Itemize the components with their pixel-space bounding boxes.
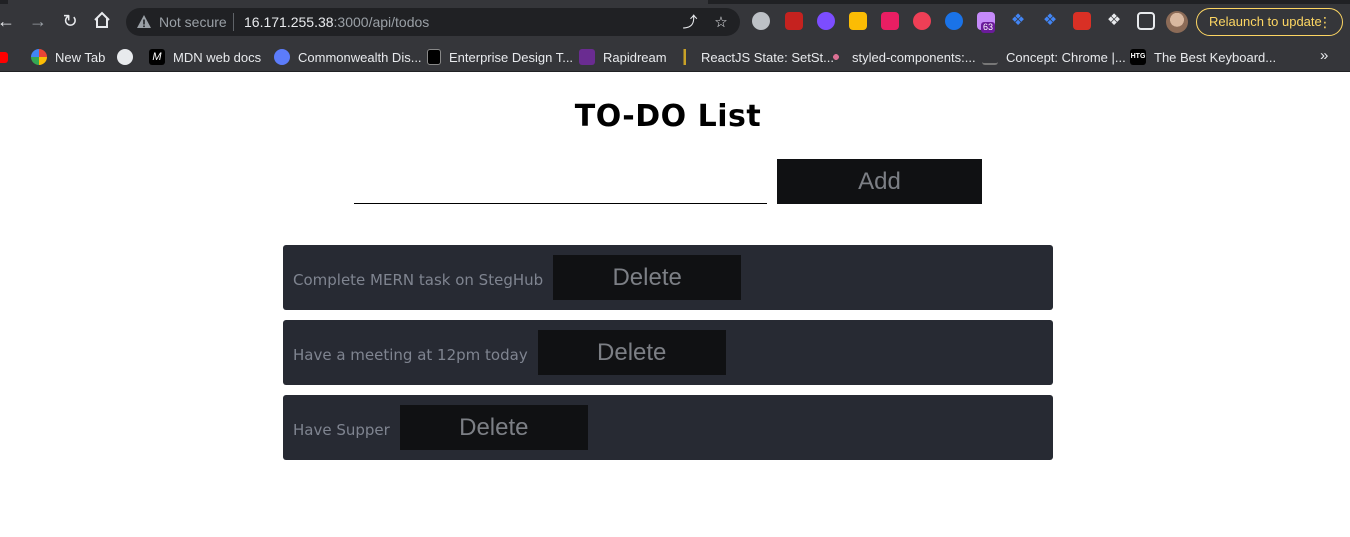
omnibox-divider <box>233 13 234 31</box>
youtube-icon <box>0 51 8 63</box>
bookmark-youtube[interactable] <box>0 47 8 67</box>
url-text[interactable]: 16.171.255.38:3000/api/todos <box>244 14 429 30</box>
bookmark-htg[interactable]: HTG The Best Keyboard... <box>1130 47 1276 67</box>
warning-icon[interactable] <box>136 14 152 30</box>
pocket-icon[interactable] <box>913 12 931 30</box>
google-icon <box>31 49 47 65</box>
bookmark-github[interactable] <box>117 47 133 67</box>
bookmark-label: The Best Keyboard... <box>1154 49 1277 65</box>
book-extension-icon[interactable] <box>785 12 803 30</box>
share-icon[interactable]: ⤴ <box>681 14 699 32</box>
bookmark-label: ReactJS State: SetSt... <box>701 49 834 65</box>
hub-extension-icon[interactable] <box>1073 12 1091 30</box>
bookmark-label: Enterprise Design T... <box>449 49 574 65</box>
tab-strip <box>0 0 1350 4</box>
page-content: TO-DO List Add Complete MERN task on Ste… <box>0 73 1350 537</box>
add-button[interactable]: Add <box>777 159 982 204</box>
keep-extension-icon[interactable] <box>849 12 867 30</box>
bookmark-label: Concept: Chrome |... <box>1006 49 1126 65</box>
todo-item: Have a meeting at 12pm today Delete <box>283 320 1053 385</box>
url-host: 16.171.255.38 <box>244 14 334 30</box>
bookmark-concept[interactable]: Concept: Chrome |... <box>982 47 1126 67</box>
bookmark-styled-components[interactable]: styled-components:... <box>828 47 976 67</box>
todo-input[interactable] <box>354 159 767 204</box>
side-panel-icon[interactable] <box>1137 12 1155 30</box>
mdn-icon: M <box>149 49 165 65</box>
forward-arrow-icon[interactable]: → <box>28 11 48 31</box>
todo-item: Have Supper Delete <box>283 395 1053 460</box>
todo-text: Have Supper <box>293 421 390 439</box>
extension-badge: 63 <box>981 22 996 33</box>
relaunch-label: Relaunch to update <box>1209 14 1322 29</box>
github-icon <box>117 49 133 65</box>
delete-button[interactable]: Delete <box>537 330 726 375</box>
address-bar[interactable]: Not secure 16.171.255.38:3000/api/todos … <box>126 8 740 36</box>
bookmark-reactjs[interactable]: ReactJS State: SetSt... <box>677 47 834 67</box>
bookmarks-overflow-icon[interactable]: » <box>1320 47 1328 64</box>
page-title: TO-DO List <box>574 99 762 134</box>
bookmark-rapidream[interactable]: Rapidream <box>579 47 667 67</box>
reload-icon[interactable]: ↻ <box>60 11 80 31</box>
htg-icon: HTG <box>1130 49 1146 65</box>
relaunch-button[interactable]: Relaunch to update ⋮ <box>1196 8 1343 36</box>
wallet-extension-icon[interactable] <box>817 12 835 30</box>
bookmark-commonwealth[interactable]: Commonwealth Dis... <box>274 47 422 67</box>
delete-button[interactable]: Delete <box>553 255 742 300</box>
globe-icon <box>274 49 290 65</box>
puzzle-extension-icon-2[interactable]: ❖ <box>1041 12 1059 30</box>
todo-item: Complete MERN task on StegHub Delete <box>283 245 1053 310</box>
concept-icon <box>982 49 998 65</box>
bookmark-label: Rapidream <box>603 49 667 65</box>
browser-toolbar: ← → ↻ Not secure 16.171.255.38:3000/api/… <box>0 0 1350 42</box>
bookmark-label: New Tab <box>55 49 106 65</box>
extensions-menu-icon[interactable]: ❖ <box>1105 12 1123 30</box>
delete-button[interactable]: Delete <box>399 405 588 450</box>
rapidream-icon <box>579 49 595 65</box>
url-path: :3000/api/todos <box>333 14 430 30</box>
more-menu-icon[interactable]: ⋮ <box>1318 9 1332 35</box>
react-icon <box>677 49 693 65</box>
bookmark-enterprise[interactable]: Enterprise Design T... <box>427 47 573 67</box>
styled-components-icon <box>828 49 844 65</box>
profile-avatar[interactable] <box>1166 11 1188 33</box>
tab-counter-extension-icon[interactable]: 63 <box>977 12 996 33</box>
copy-extension-icon[interactable] <box>945 12 963 30</box>
bookmark-label: MDN web docs <box>173 49 262 65</box>
grammarly-extension-icon[interactable] <box>752 12 770 30</box>
bookmark-label: styled-components:... <box>852 49 976 65</box>
enterprise-icon <box>427 49 441 65</box>
todo-text: Have a meeting at 12pm today <box>293 346 528 364</box>
bookmark-label: Commonwealth Dis... <box>298 49 422 65</box>
bookmark-star-icon[interactable]: ☆ <box>712 14 730 32</box>
puzzle-extension-icon[interactable]: ❖ <box>1009 12 1027 30</box>
back-arrow-icon[interactable]: ← <box>0 11 16 31</box>
bookmark-new-tab[interactable]: New Tab <box>31 47 105 67</box>
todo-text: Complete MERN task on StegHub <box>293 271 544 289</box>
calendar-extension-icon[interactable] <box>881 12 899 30</box>
home-icon[interactable] <box>92 11 112 31</box>
bookmarks-bar: New Tab M MDN web docs Commonwealth Dis..… <box>0 42 1350 72</box>
bookmark-mdn[interactable]: M MDN web docs <box>149 47 261 67</box>
todo-list: Complete MERN task on StegHub Delete Hav… <box>283 245 1053 470</box>
active-tab-edge[interactable] <box>8 0 708 4</box>
not-secure-label[interactable]: Not secure <box>159 14 227 30</box>
